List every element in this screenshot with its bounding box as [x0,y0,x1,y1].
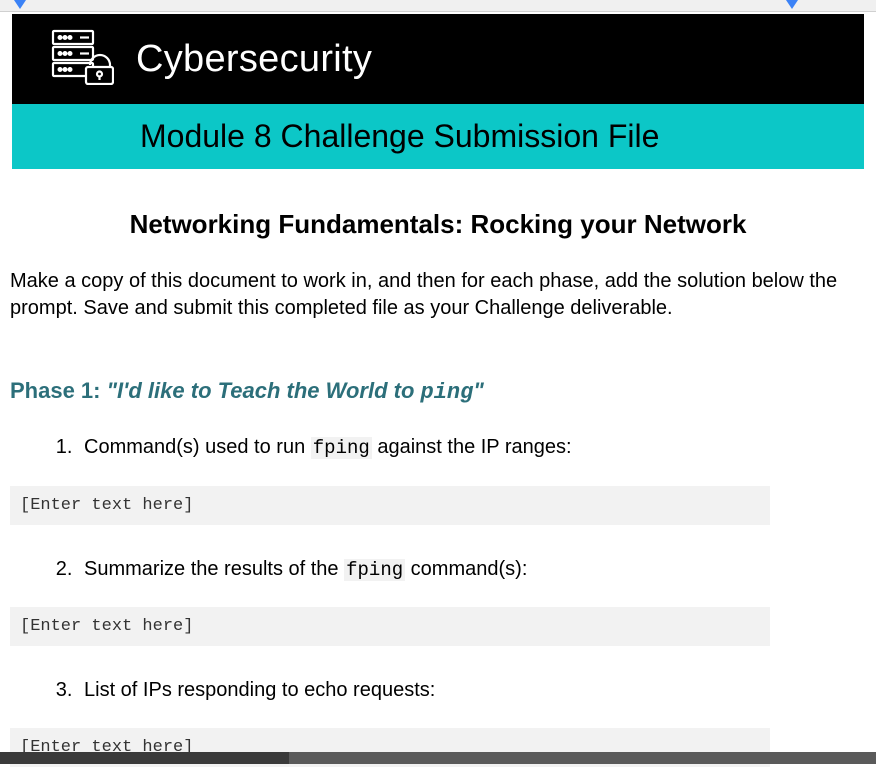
question-list: Summarize the results of the fping comma… [10,555,866,584]
phase-quote-open: "I'd like to Teach the World to [107,378,421,403]
phase-code: ping [421,380,474,405]
q1-code: fping [311,437,372,459]
document-title: Networking Fundamentals: Rocking your Ne… [10,209,866,240]
q1-text-pre: Command(s) used to run [84,436,311,458]
bottom-scrollbar[interactable] [0,752,876,764]
question-list: List of IPs responding to echo requests: [10,676,866,704]
document-page: Cybersecurity Module 8 Challenge Submiss… [0,14,876,764]
intro-paragraph: Make a copy of this document to work in,… [10,268,866,322]
question-3: List of IPs responding to echo requests: [78,676,866,704]
header-title: Cybersecurity [136,38,372,81]
header-subtitle: Module 8 Challenge Submission File [140,118,659,155]
q1-text-post: against the IP ranges: [372,436,572,458]
ruler [0,0,876,12]
q2-code: fping [344,559,405,581]
q2-text-post: command(s): [405,558,527,580]
question-list: Command(s) used to run fping against the… [10,433,866,462]
question-2: Summarize the results of the fping comma… [78,555,866,584]
q2-text-pre: Summarize the results of the [84,558,344,580]
indent-marker-right[interactable] [786,0,798,9]
answer-box-2[interactable]: [Enter text here] [10,607,770,646]
header-teal-bar: Module 8 Challenge Submission File [12,104,864,169]
answer-box-1[interactable]: [Enter text here] [10,486,770,525]
q3-text: List of IPs responding to echo requests: [84,679,435,701]
phase-label: Phase 1: [10,378,107,403]
cybersecurity-server-lock-icon [50,29,114,90]
phase-quote-close: " [473,378,483,403]
phase-1-heading: Phase 1: "I'd like to Teach the World to… [10,378,866,405]
question-1: Command(s) used to run fping against the… [78,433,866,462]
document-content[interactable]: Networking Fundamentals: Rocking your Ne… [0,169,876,767]
indent-marker-left[interactable] [14,0,26,9]
header-black-bar: Cybersecurity [12,14,864,104]
